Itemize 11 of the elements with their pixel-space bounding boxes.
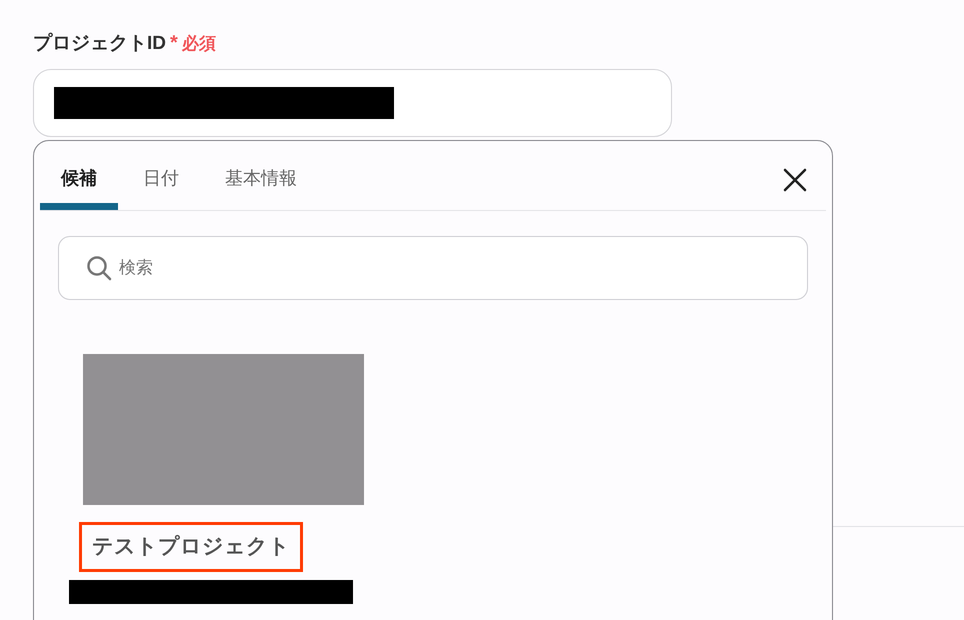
candidate-title[interactable]: テストプロジェクト [79,522,303,572]
search-field[interactable]: 検索 [58,236,808,300]
input-field[interactable] [33,68,672,136]
search-icon [86,255,112,281]
required-mark: * [170,31,178,56]
tab[interactable]: 日付 [120,140,202,210]
field-label: プロジェクトID [33,32,166,56]
tab[interactable]: 候補 [40,140,118,210]
tab[interactable]: 基本情報 [202,140,320,210]
required-label: 必須 [182,33,216,55]
close-icon[interactable] [782,167,808,193]
